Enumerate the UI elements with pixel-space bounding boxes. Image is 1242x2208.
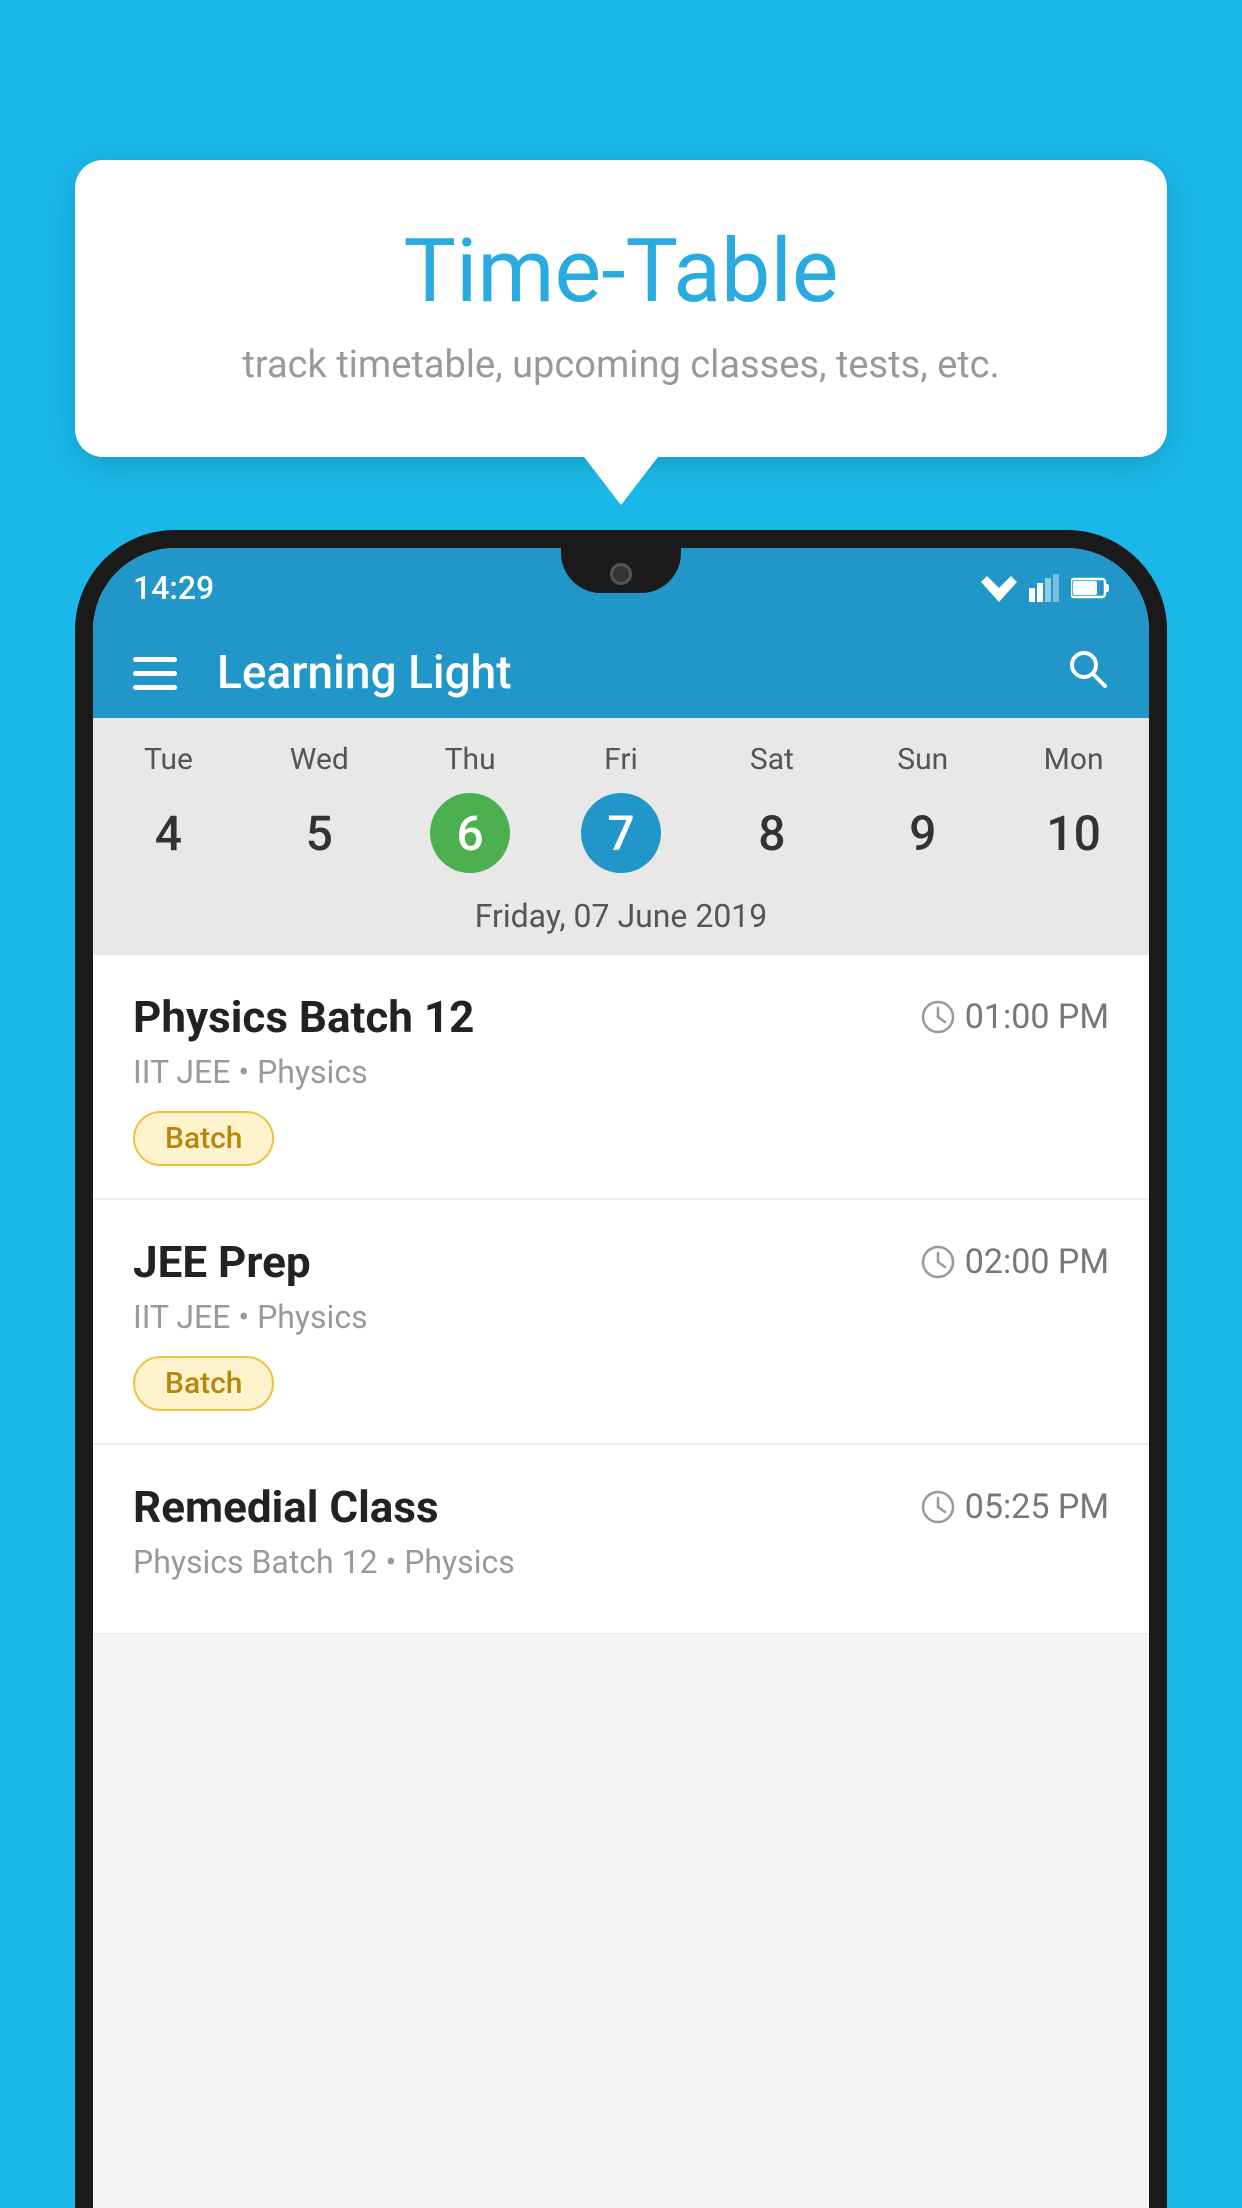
tooltip-subtitle: track timetable, upcoming classes, tests…: [135, 343, 1107, 387]
hamburger-menu-button[interactable]: [133, 657, 177, 690]
phone-frame: 14:29: [75, 530, 1167, 2208]
schedule-list: Physics Batch 12 01:00 PM IIT JEE • Physic…: [93, 955, 1149, 1635]
schedule-time: 01:00 PM: [965, 997, 1109, 1037]
wifi-icon: [981, 574, 1017, 602]
day-number[interactable]: 8: [732, 793, 812, 873]
schedule-subtitle: IIT JEE • Physics: [133, 1298, 1109, 1336]
day-number[interactable]: 9: [883, 793, 963, 873]
calendar-day-col[interactable]: Tue 4: [93, 742, 244, 873]
clock-icon: [921, 1490, 955, 1524]
schedule-item[interactable]: JEE Prep 02:00 PM IIT JEE • Physics Batch: [93, 1200, 1149, 1445]
calendar-day-col[interactable]: Sat 8: [696, 742, 847, 873]
status-icons: [981, 574, 1109, 602]
tooltip-title: Time-Table: [135, 220, 1107, 323]
day-name-label: Mon: [1044, 742, 1104, 777]
batch-badge: Batch: [133, 1111, 274, 1166]
day-name-label: Thu: [445, 742, 496, 777]
day-name-label: Fri: [604, 742, 638, 777]
calendar-day-col[interactable]: Thu 6: [395, 742, 546, 873]
day-name-label: Tue: [144, 742, 193, 777]
clock-icon: [921, 1000, 955, 1034]
schedule-title: JEE Prep: [133, 1236, 311, 1288]
schedule-subtitle: IIT JEE • Physics: [133, 1053, 1109, 1091]
phone-notch: [561, 548, 681, 593]
day-number[interactable]: 7: [581, 793, 661, 873]
schedule-time: 05:25 PM: [965, 1487, 1109, 1527]
schedule-item[interactable]: Remedial Class 05:25 PM Physics Batch 12 •…: [93, 1445, 1149, 1635]
schedule-time: 02:00 PM: [965, 1242, 1109, 1282]
app-header: Learning Light: [93, 628, 1149, 718]
camera: [610, 563, 632, 585]
calendar-day-col[interactable]: Fri 7: [546, 742, 697, 873]
calendar-section: Tue 4 Wed 5 Thu 6 Fri 7 Sat 8 Sun 9 Mon 10 Friday, 07…: [93, 718, 1149, 955]
status-time: 14:29: [133, 569, 214, 607]
phone-inner: 14:29: [93, 548, 1149, 2208]
batch-badge: Batch: [133, 1356, 274, 1411]
calendar-day-col[interactable]: Wed 5: [244, 742, 395, 873]
day-number[interactable]: 10: [1034, 793, 1114, 873]
calendar-day-col[interactable]: Mon 10: [998, 742, 1149, 873]
day-number[interactable]: 4: [128, 793, 208, 873]
schedule-title: Remedial Class: [133, 1481, 439, 1533]
battery-icon: [1071, 577, 1109, 599]
signal-icon: [1029, 574, 1059, 602]
schedule-subtitle: Physics Batch 12 • Physics: [133, 1543, 1109, 1581]
day-number[interactable]: 5: [279, 793, 359, 873]
day-name-label: Sat: [750, 742, 794, 777]
search-button[interactable]: [1065, 646, 1109, 701]
selected-date-label: Friday, 07 June 2019: [93, 885, 1149, 955]
tooltip-card: Time-Table track timetable, upcoming cla…: [75, 160, 1167, 457]
calendar-days-row: Tue 4 Wed 5 Thu 6 Fri 7 Sat 8 Sun 9 Mon 10: [93, 718, 1149, 885]
calendar-day-col[interactable]: Sun 9: [847, 742, 998, 873]
schedule-title: Physics Batch 12: [133, 991, 474, 1043]
day-number[interactable]: 6: [430, 793, 510, 873]
schedule-item[interactable]: Physics Batch 12 01:00 PM IIT JEE • Physic…: [93, 955, 1149, 1200]
clock-icon: [921, 1245, 955, 1279]
day-name-label: Wed: [290, 742, 349, 777]
day-name-label: Sun: [897, 742, 948, 777]
app-title: Learning Light: [217, 646, 1065, 700]
